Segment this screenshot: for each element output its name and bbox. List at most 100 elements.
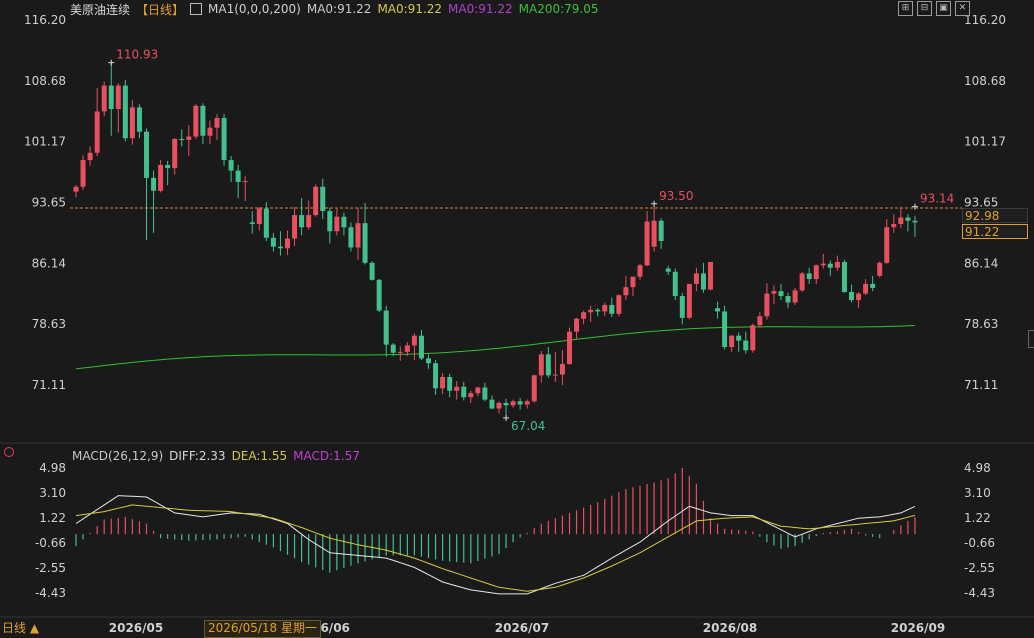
chart-icon[interactable]: [190, 3, 203, 15]
candle-body[interactable]: [433, 363, 439, 389]
candle-body[interactable]: [841, 262, 847, 292]
candle-body[interactable]: [700, 273, 706, 290]
candle-body[interactable]: [327, 211, 333, 232]
macd-params[interactable]: MACD(26,12,9): [72, 449, 163, 463]
candle-body[interactable]: [221, 117, 227, 161]
candle-body[interactable]: [834, 262, 840, 268]
candle-body[interactable]: [849, 291, 854, 301]
candle-body[interactable]: [799, 273, 805, 291]
candle-body[interactable]: [454, 386, 460, 391]
candle-body[interactable]: [179, 138, 185, 140]
candle-body[interactable]: [369, 262, 375, 280]
indicator-toggle-icon[interactable]: [4, 447, 14, 457]
candle-body[interactable]: [270, 237, 276, 247]
candle-body[interactable]: [80, 160, 86, 187]
candle-body[interactable]: [440, 376, 446, 389]
candle-body[interactable]: [73, 186, 79, 192]
candle-body[interactable]: [658, 220, 664, 241]
candle-body[interactable]: [708, 262, 713, 290]
candle-body[interactable]: [651, 220, 657, 247]
candle-body[interactable]: [489, 399, 495, 409]
candle-body[interactable]: [292, 215, 298, 239]
candle-body[interactable]: [863, 283, 869, 294]
candle-body[interactable]: [200, 105, 206, 136]
candle-body[interactable]: [285, 238, 290, 249]
candle-body[interactable]: [686, 283, 692, 318]
candle-body[interactable]: [764, 293, 770, 317]
candle-body[interactable]: [108, 85, 114, 110]
candle-body[interactable]: [630, 276, 636, 288]
candle-body[interactable]: [517, 401, 523, 405]
candle-body[interactable]: [426, 358, 431, 364]
candle-body[interactable]: [94, 111, 100, 153]
candle-body[interactable]: [693, 273, 699, 284]
candle-body[interactable]: [122, 85, 128, 139]
candle-body[interactable]: [256, 208, 262, 224]
candle-body[interactable]: [665, 268, 671, 272]
chart-svg[interactable]: 116.20 116.20 108.68 108.68 101.17 101.17 93.6…: [0, 0, 1034, 636]
candle-body[interactable]: [87, 152, 93, 161]
candle-body[interactable]: [891, 223, 897, 228]
candle-body[interactable]: [341, 216, 347, 228]
candle-body[interactable]: [496, 402, 502, 409]
ma-params[interactable]: MA1(0,0,0,200): [208, 2, 301, 16]
period-label[interactable]: 【日线】: [136, 1, 184, 18]
candle-body[interactable]: [912, 220, 918, 223]
candle-body[interactable]: [898, 217, 904, 224]
candle-body[interactable]: [503, 402, 509, 406]
candle-body[interactable]: [524, 401, 530, 405]
candle-body[interactable]: [475, 387, 481, 394]
candle-body[interactable]: [623, 287, 629, 296]
candle-body[interactable]: [905, 217, 911, 221]
candle-body[interactable]: [757, 316, 763, 326]
candle-body[interactable]: [574, 318, 580, 332]
candle-body[interactable]: [778, 291, 784, 297]
zoom-out-icon[interactable]: ⊟: [917, 1, 932, 16]
candle-body[interactable]: [306, 215, 312, 228]
candle-body[interactable]: [158, 164, 164, 191]
candle-body[interactable]: [214, 117, 220, 128]
candle-body[interactable]: [172, 138, 178, 169]
candle-body[interactable]: [729, 335, 735, 348]
candle-body[interactable]: [877, 262, 883, 276]
candle-body[interactable]: [806, 273, 812, 280]
candle-body[interactable]: [827, 263, 833, 268]
candle-body[interactable]: [559, 364, 565, 375]
candle-body[interactable]: [390, 344, 396, 353]
candle-body[interactable]: [609, 304, 615, 314]
candle-body[interactable]: [263, 208, 269, 238]
period-selector[interactable]: 日线 ▲: [2, 620, 39, 636]
candle-body[interactable]: [856, 293, 862, 301]
candle-body[interactable]: [637, 265, 643, 277]
candle-body[interactable]: [595, 309, 601, 312]
candle-body[interactable]: [277, 246, 283, 249]
candle-body[interactable]: [545, 354, 551, 376]
candle-body[interactable]: [870, 283, 876, 288]
candle-body[interactable]: [616, 295, 622, 314]
candle-body[interactable]: [602, 304, 608, 312]
candle-body[interactable]: [792, 290, 798, 303]
zoom-in-icon[interactable]: ⊞: [898, 1, 913, 16]
candle-body[interactable]: [482, 387, 488, 400]
candle-body[interactable]: [151, 177, 157, 191]
candle-body[interactable]: [785, 296, 791, 303]
candle-body[interactable]: [750, 325, 756, 351]
candle-body[interactable]: [348, 227, 354, 248]
candle-body[interactable]: [334, 216, 340, 232]
candle-body[interactable]: [679, 296, 685, 318]
candle-body[interactable]: [468, 393, 474, 398]
candle-body[interactable]: [531, 375, 537, 402]
close-icon[interactable]: ✕: [955, 1, 970, 16]
candle-body[interactable]: [461, 386, 467, 398]
candle-body[interactable]: [771, 291, 777, 294]
candle-body[interactable]: [411, 335, 417, 346]
candle-body[interactable]: [418, 335, 424, 359]
candle-body[interactable]: [376, 279, 382, 311]
candle-body[interactable]: [820, 263, 826, 266]
candle-body[interactable]: [552, 374, 558, 376]
candle-body[interactable]: [101, 85, 107, 112]
candle-body[interactable]: [249, 222, 255, 224]
candle-body[interactable]: [567, 331, 572, 365]
candle-body[interactable]: [813, 265, 819, 280]
candle-body[interactable]: [228, 160, 234, 171]
